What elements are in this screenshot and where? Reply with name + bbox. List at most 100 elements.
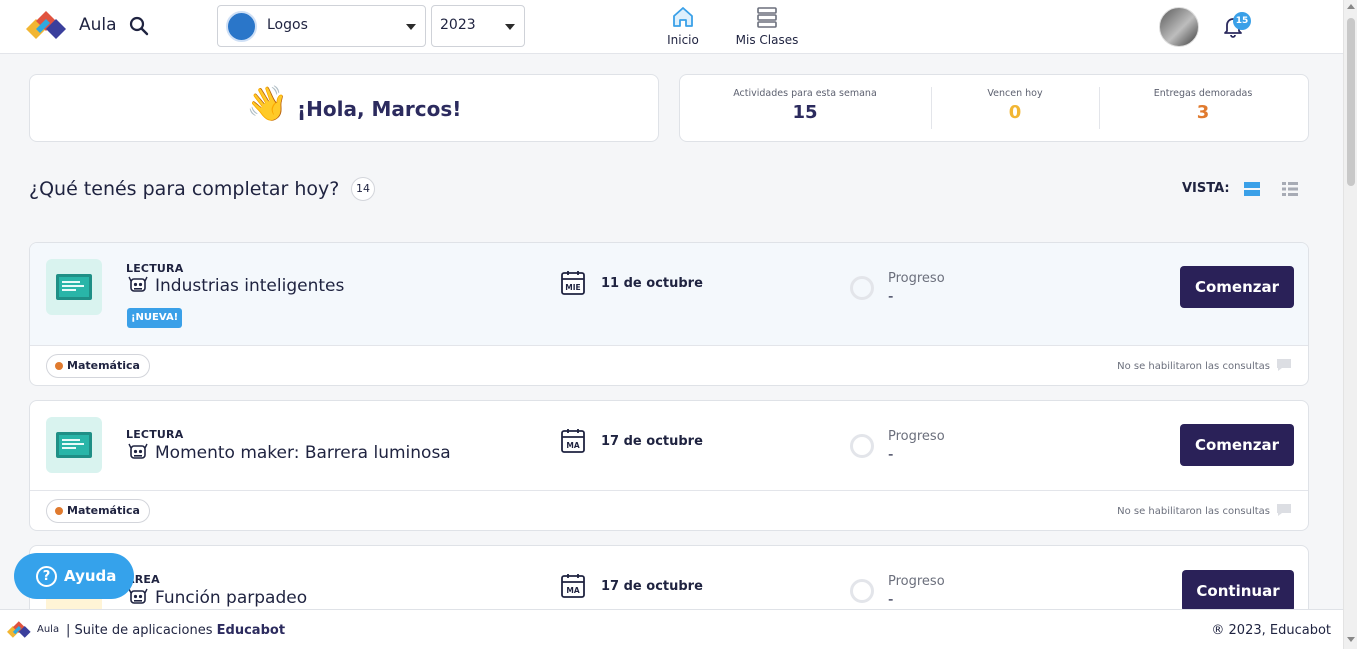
list-view-icon[interactable]	[1281, 181, 1299, 197]
app-name[interactable]: Aula	[79, 15, 117, 35]
due-date: 11 de octubre	[601, 276, 703, 291]
year-select[interactable]: 2023	[431, 5, 525, 47]
subject-label: Matemática	[67, 504, 140, 517]
progress-label: Progreso	[888, 429, 945, 444]
scroll-up-icon[interactable]	[1347, 4, 1355, 9]
calendar-icon: MA	[561, 574, 585, 598]
activity-type: LECTURA	[126, 262, 184, 275]
start-button[interactable]: Comenzar	[1180, 266, 1294, 308]
footer-suite: | Suite de aplicaciones Educabot	[66, 623, 285, 638]
chat-icon	[1277, 359, 1291, 371]
school-select-value: Logos	[267, 17, 308, 33]
activity-type: LECTURA	[126, 428, 184, 441]
search-icon[interactable]	[129, 16, 149, 36]
calendar-icon: MA	[561, 429, 585, 453]
school-logo-icon	[226, 11, 257, 42]
progress-ring	[850, 579, 874, 603]
school-select[interactable]: Logos	[217, 5, 426, 47]
aula-logo-icon[interactable]	[26, 11, 70, 39]
consult-status: No se habilitaron las consultas	[1117, 361, 1270, 372]
footer-suite-prefix: | Suite de aplicaciones	[66, 623, 213, 638]
divider	[1099, 87, 1100, 129]
pending-count-badge: 14	[351, 177, 375, 201]
footer-brand: Aula	[37, 624, 60, 635]
activity-card[interactable]: LECTURA Momento maker: Barrera luminosa …	[29, 400, 1309, 531]
aula-logo-icon[interactable]	[7, 621, 33, 638]
avatar[interactable]	[1159, 7, 1199, 47]
continue-button[interactable]: Continuar	[1182, 570, 1294, 612]
nav-inicio[interactable]: Inicio	[663, 3, 703, 47]
nav-mis-clases[interactable]: Mis Clases	[731, 3, 803, 47]
calendar-day: MA	[566, 441, 579, 450]
subject-dot	[55, 507, 63, 515]
activity-title[interactable]: Industrias inteligentes	[155, 276, 344, 296]
progress-value: -	[888, 287, 894, 305]
stat-label: Vencen hoy	[987, 88, 1043, 99]
start-button[interactable]: Comenzar	[1180, 424, 1294, 466]
chevron-down-icon	[505, 24, 515, 30]
robot-icon	[128, 588, 148, 604]
activity-title[interactable]: Función parpadeo	[155, 588, 307, 608]
progress-value: -	[888, 590, 894, 608]
due-date: 17 de octubre	[601, 579, 703, 594]
year-select-value: 2023	[440, 17, 476, 33]
activity-main: LECTURA Momento maker: Barrera luminosa …	[30, 401, 1308, 490]
stat-value: 3	[1196, 102, 1210, 123]
calendar-day: MIE	[565, 283, 580, 292]
activity-main: LECTURA Industrias inteligentes ¡NUEVA! …	[30, 243, 1308, 345]
nav-inicio-label: Inicio	[667, 33, 699, 47]
scroll-thumb[interactable]	[1347, 18, 1355, 186]
progress-value: -	[888, 445, 894, 463]
stat-due-today: Vencen hoy 0	[936, 88, 1094, 123]
activity-footer: Matemática No se habilitaron las consult…	[30, 490, 1308, 530]
stat-value: 15	[792, 102, 818, 123]
chevron-down-icon	[406, 24, 416, 30]
nav-mis-clases-label: Mis Clases	[735, 33, 799, 47]
footer-copyright: ® 2023, Educabot	[1211, 623, 1331, 638]
scroll-down-icon[interactable]	[1347, 637, 1355, 642]
robot-icon	[128, 443, 148, 459]
calendar-day: MA	[566, 586, 579, 595]
help-question-icon: ?	[36, 566, 57, 587]
activity-footer: Matemática No se habilitaron las consult…	[30, 345, 1308, 385]
stat-late-submissions: Entregas demoradas 3	[1108, 88, 1298, 123]
book-icon	[56, 274, 92, 300]
card-view-icon[interactable]	[1243, 181, 1261, 197]
footer: Aula | Suite de aplicaciones Educabot ® …	[0, 609, 1343, 649]
progress-label: Progreso	[888, 271, 945, 286]
classes-icon	[757, 7, 777, 28]
progress-ring	[850, 434, 874, 458]
stat-value: 0	[1008, 102, 1022, 123]
footer-suite-brand[interactable]: Educabot	[217, 623, 285, 638]
scrollbar[interactable]	[1343, 0, 1357, 649]
greeting-text: ¡Hola, Marcos!	[297, 97, 462, 121]
due-date: 17 de octubre	[601, 434, 703, 449]
activity-thumbnail	[46, 417, 102, 473]
waving-hand-icon: 👋	[246, 84, 289, 124]
section-title: ¿Qué tenés para completar hoy?	[29, 178, 340, 200]
view-label: VISTA:	[1182, 181, 1230, 196]
activity-thumbnail	[46, 259, 102, 315]
stat-label: Entregas demoradas	[1153, 88, 1253, 99]
divider	[931, 87, 932, 129]
help-button[interactable]: Ayuda	[14, 553, 134, 599]
progress-ring	[850, 276, 874, 300]
subject-dot	[55, 362, 63, 370]
subject-label: Matemática	[67, 359, 140, 372]
home-icon	[673, 7, 693, 27]
subject-pill[interactable]: Matemática	[46, 354, 150, 378]
stat-label: Actividades para esta semana	[733, 88, 877, 99]
progress-label: Progreso	[888, 574, 945, 589]
top-header: Aula Logos 2023 Inicio Mis Clases 15	[0, 0, 1343, 54]
activity-title[interactable]: Momento maker: Barrera luminosa	[155, 443, 451, 463]
notification-count-badge: 15	[1233, 12, 1251, 30]
chat-icon	[1277, 504, 1291, 516]
new-badge: ¡NUEVA!	[127, 308, 183, 328]
subject-pill[interactable]: Matemática	[46, 499, 150, 523]
stat-week-activities: Actividades para esta semana 15	[719, 88, 891, 123]
consult-status: No se habilitaron las consultas	[1117, 506, 1270, 517]
calendar-icon: MIE	[561, 271, 585, 295]
robot-icon	[128, 276, 148, 292]
book-icon	[56, 432, 92, 458]
activity-card[interactable]: LECTURA Industrias inteligentes ¡NUEVA! …	[29, 242, 1309, 386]
